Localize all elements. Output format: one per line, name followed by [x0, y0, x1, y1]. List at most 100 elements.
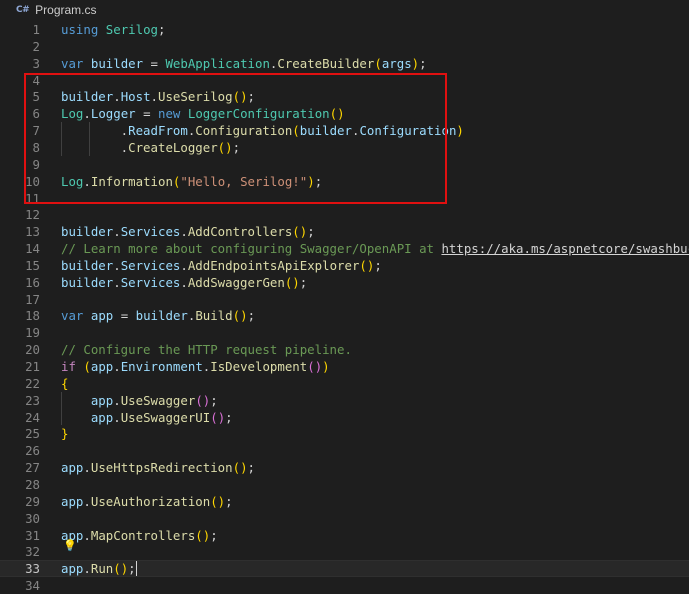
code-token: UseSwaggerUI: [120, 409, 211, 425]
code-text: // Learn more about configuring Swagger/…: [61, 240, 689, 257]
code-token: Services: [120, 274, 181, 290]
code-token: (): [195, 392, 211, 408]
code-token: (): [232, 308, 248, 324]
code-token: (): [210, 409, 226, 425]
indent-guide: [61, 122, 62, 156]
line-number: 2: [32, 38, 40, 54]
lightbulb-icon[interactable]: 💡: [63, 539, 77, 552]
code-line[interactable]: 31 app.MapControllers();: [0, 527, 689, 544]
code-line[interactable]: 24 app.UseSwaggerUI();: [0, 409, 689, 426]
code-line[interactable]: 23 app.UseSwagger();: [0, 392, 689, 409]
code-token: ): [322, 359, 330, 374]
code-line[interactable]: 21 if (app.Environment.IsDevelopment()): [0, 358, 689, 375]
line-number: 3: [32, 55, 40, 71]
code-token: CreateBuilder: [277, 55, 375, 71]
code-line[interactable]: 20 // Configure the HTTP request pipeline…: [0, 341, 689, 358]
code-line[interactable]: 28: [0, 476, 689, 493]
code-token: {: [61, 375, 69, 391]
code-line[interactable]: 19: [0, 324, 689, 341]
line-number: 26: [25, 443, 40, 459]
line-number: 15: [25, 257, 40, 273]
code-line[interactable]: 1 using Serilog;: [0, 21, 689, 38]
code-token: (): [284, 274, 300, 290]
highlight-box: [24, 73, 447, 204]
code-line[interactable]: 22 {: [0, 375, 689, 392]
line-number: 13: [25, 224, 40, 240]
code-line[interactable]: 34: [0, 577, 689, 594]
code-token: app: [61, 460, 84, 476]
code-token: ): [456, 123, 464, 139]
code-token: ;: [374, 257, 382, 273]
code-text: var app = builder.Build();: [61, 307, 255, 324]
code-token: ;: [210, 527, 218, 543]
text-cursor: [136, 561, 137, 577]
code-token: builder: [61, 274, 114, 290]
code-token: builder: [135, 308, 188, 324]
code-text: var builder = WebApplication.CreateBuild…: [61, 55, 427, 72]
line-number: 24: [25, 409, 40, 425]
line-number: 33: [25, 561, 40, 577]
code-token: Services: [120, 224, 181, 240]
code-line[interactable]: 33 app.Run();: [0, 560, 689, 578]
code-line[interactable]: 29 app.UseAuthorization();: [0, 493, 689, 510]
code-token: (): [359, 257, 375, 273]
line-number: 34: [25, 578, 40, 594]
code-token: ;: [247, 460, 255, 476]
line-number: 27: [25, 460, 40, 476]
code-line[interactable]: 17: [0, 291, 689, 308]
code-token: (): [210, 493, 226, 509]
code-token: Build: [195, 308, 233, 324]
line-number: 14: [25, 241, 40, 257]
code-token: AddEndpointsApiExplorer: [187, 257, 360, 273]
code-line[interactable]: 3 var builder = WebApplication.CreateBuil…: [0, 55, 689, 72]
line-number: 17: [25, 291, 40, 307]
code-token: .: [83, 493, 91, 509]
code-token: AddControllers: [187, 224, 293, 240]
code-token: Services: [120, 257, 181, 273]
code-token: ;: [247, 308, 256, 324]
code-line[interactable]: 18 var app = builder.Build();: [0, 307, 689, 324]
code-token[interactable]: https://aka.ms/aspnetcore/swashbuckle: [441, 241, 689, 256]
code-token: .: [113, 409, 121, 425]
line-number: 28: [25, 476, 40, 492]
code-line[interactable]: 15 builder.Services.AddEndpointsApiExplor…: [0, 257, 689, 274]
code-token: =: [113, 308, 136, 324]
code-line[interactable]: 25}: [0, 425, 689, 442]
code-token: (): [113, 561, 129, 577]
code-token: Serilog: [105, 22, 158, 37]
code-line[interactable]: 26: [0, 442, 689, 459]
tab-program-cs[interactable]: Program.cs: [35, 3, 96, 17]
code-text: }: [61, 425, 68, 442]
code-line[interactable]: 32: [0, 543, 689, 560]
code-token: .: [83, 460, 91, 476]
code-line[interactable]: 16 builder.Services.AddSwaggerGen();: [0, 274, 689, 291]
code-line[interactable]: 14 // Learn more about configuring Swagge…: [0, 240, 689, 257]
line-number: 12: [25, 207, 40, 223]
code-token: app: [90, 409, 114, 425]
code-token: AddSwaggerGen: [187, 274, 285, 290]
code-token: // Learn more about configuring Swagger/…: [61, 241, 442, 257]
csharp-icon: C#: [16, 5, 30, 15]
code-text: app.MapControllers();: [61, 527, 218, 544]
code-line[interactable]: 13 builder.Services.AddControllers();: [0, 223, 689, 240]
line-number: 23: [25, 392, 40, 408]
code-line[interactable]: 2: [0, 38, 689, 55]
code-text: app.UseSwaggerUI();: [61, 409, 233, 426]
code-token: app: [61, 493, 84, 509]
code-token: (: [83, 359, 91, 374]
code-token: ;: [307, 224, 315, 240]
code-token: .: [113, 224, 121, 240]
code-token: app: [90, 308, 114, 324]
code-line[interactable]: 12: [0, 206, 689, 223]
code-token: =: [143, 55, 166, 71]
code-text: // Configure the HTTP request pipeline.: [61, 341, 352, 358]
code-token: IsDevelopment: [210, 359, 308, 374]
code-line[interactable]: 27 app.UseHttpsRedirection();: [0, 459, 689, 476]
code-line[interactable]: 30: [0, 510, 689, 527]
code-token: builder: [61, 224, 114, 240]
editor-tab-bar: C# Program.cs: [0, 0, 689, 20]
line-number: 22: [25, 375, 40, 391]
code-token: .: [180, 257, 188, 273]
